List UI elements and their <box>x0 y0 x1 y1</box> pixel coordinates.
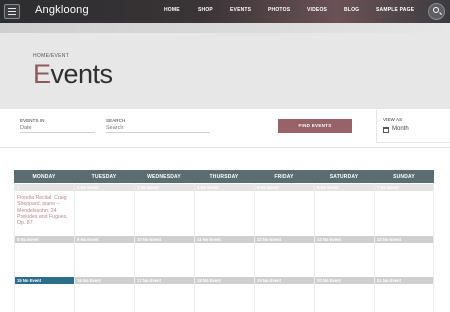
calendar-weekday-header: MONDAY TUESDAY WEDNESDAY THURSDAY FRIDAY… <box>14 170 434 183</box>
day-7-header[interactable]: 7 No Event <box>375 184 433 191</box>
nav-item-videos[interactable]: VIDEOS <box>307 7 327 13</box>
weekday-sunday: SUNDAY <box>393 173 415 180</box>
grid-line <box>194 183 195 312</box>
day-6-header[interactable]: 6 No Event <box>315 184 374 191</box>
weekday-thursday: THURSDAY <box>209 173 239 180</box>
events-in-label: EVENTS IN <box>20 118 45 123</box>
day-1-header[interactable]: 1 <box>15 184 74 191</box>
title-rest: vents <box>50 59 114 89</box>
grid-line <box>74 183 75 312</box>
date-input[interactable] <box>20 124 95 133</box>
title-initial: E <box>33 59 51 89</box>
grid-line <box>374 183 375 312</box>
weekday-tuesday: TUESDAY <box>91 173 117 180</box>
site-brand[interactable]: Angkloong <box>35 4 89 16</box>
day-21-header[interactable]: 21 No Event <box>375 277 433 284</box>
grid-line <box>314 183 315 312</box>
header-shadow <box>0 23 450 33</box>
day-16-header[interactable]: 16 No Event <box>75 277 134 284</box>
weekday-saturday: SATURDAY <box>329 173 359 180</box>
weekday-monday: MONDAY <box>32 173 56 180</box>
day-8-header[interactable]: 8 No Event <box>15 236 74 243</box>
day-13-header[interactable]: 13 No Event <box>315 236 374 243</box>
nav-item-blog[interactable]: BLOG <box>344 7 359 13</box>
day-18-header[interactable]: 18 No Event <box>195 277 254 284</box>
page-title: Events <box>33 59 113 90</box>
day-11-header[interactable]: 11 No Event <box>195 236 254 243</box>
day-14-header[interactable]: 14 No Event <box>375 236 433 243</box>
search-icon[interactable] <box>428 3 445 20</box>
weekday-friday: FRIDAY <box>274 173 294 180</box>
day-19-header[interactable]: 19 No Event <box>255 277 314 284</box>
day-20-header[interactable]: 20 No Event <box>315 277 374 284</box>
menu-icon[interactable] <box>4 4 20 19</box>
event-link[interactable]: Fiorella Recital: Craig Sheppard, piano … <box>17 195 71 226</box>
day-3-header[interactable]: 3 No Event <box>135 184 194 191</box>
day-15-header-today[interactable]: 15 No Event <box>15 277 74 284</box>
day-4-header[interactable]: 4 No Event <box>195 184 254 191</box>
day-10-header[interactable]: 10 No Event <box>135 236 194 243</box>
day-17-header[interactable]: 17 No Event <box>135 277 194 284</box>
weekday-wednesday: WEDNESDAY <box>147 173 181 180</box>
day-12-header[interactable]: 12 No Event <box>255 236 314 243</box>
day-5-header[interactable]: 5 No Event <box>255 184 314 191</box>
nav-item-photos[interactable]: PHOTOS <box>268 7 290 13</box>
calendar-icon <box>383 127 389 133</box>
grid-line <box>254 183 255 312</box>
view-as-label: VIEW AS <box>383 117 403 122</box>
grid-line <box>14 183 15 312</box>
grid-line <box>433 183 434 312</box>
day-2-header[interactable]: 2 No Event <box>75 184 134 191</box>
nav-item-home[interactable]: HOME <box>164 7 180 13</box>
grid-line <box>134 183 135 312</box>
nav-item-sample-page[interactable]: SAMPLE PAGE <box>376 7 414 13</box>
nav-item-shop[interactable]: SHOP <box>198 7 213 13</box>
search-input[interactable] <box>106 124 210 133</box>
find-events-button[interactable]: FIND EVENTS <box>278 119 352 133</box>
day-9-header[interactable]: 9 No Event <box>75 236 134 243</box>
view-as-value[interactable]: Month <box>392 126 409 132</box>
search-label: SEARCH <box>106 118 126 123</box>
nav-item-events[interactable]: EVENTS <box>230 7 251 13</box>
